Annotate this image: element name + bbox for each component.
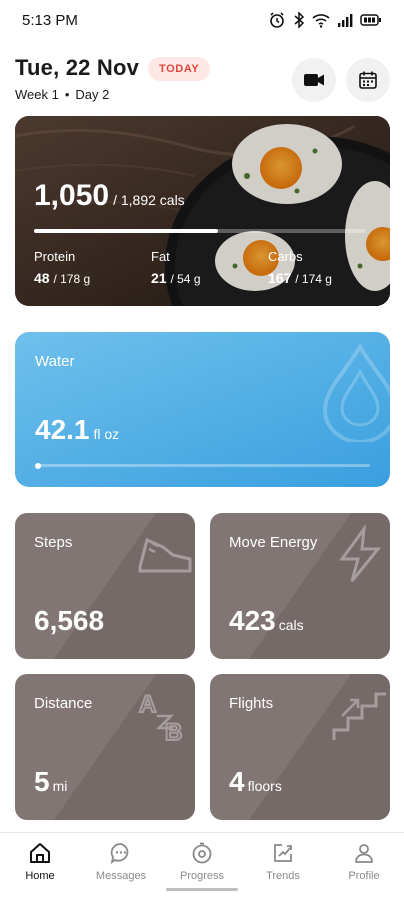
alarm-icon bbox=[270, 12, 284, 28]
calories-progress-bar bbox=[34, 229, 365, 233]
water-progress-bar bbox=[35, 464, 370, 467]
status-bar: 5:13 PM bbox=[0, 0, 404, 40]
water-title: Water bbox=[35, 353, 75, 370]
svg-text:A: A bbox=[139, 691, 156, 718]
stat-value: 4 floors bbox=[229, 766, 282, 797]
move-energy-card[interactable]: Move Energy 423 cals bbox=[210, 513, 390, 659]
tab-trends[interactable]: Trends bbox=[243, 841, 323, 891]
tab-label: Messages bbox=[95, 870, 147, 882]
week-day-line: Week 1 • Day 2 bbox=[15, 87, 109, 102]
calories-progress-fill bbox=[34, 229, 218, 233]
tab-label: Home bbox=[25, 870, 55, 882]
macro-value: 167 / 174 g bbox=[268, 270, 332, 286]
stat-title: Move Energy bbox=[229, 534, 318, 551]
macro-fat: Fat 21 / 54 g bbox=[151, 249, 201, 286]
lightning-icon bbox=[339, 525, 382, 582]
trends-icon bbox=[274, 844, 292, 862]
steps-card[interactable]: Steps 6,568 bbox=[15, 513, 195, 659]
a-to-b-icon: AB bbox=[138, 690, 183, 746]
water-value: 42.1 fl oz bbox=[35, 414, 120, 445]
shoe-icon bbox=[138, 537, 192, 573]
tab-label: Trends bbox=[266, 870, 300, 882]
macro-carbs: Carbs 167 / 174 g bbox=[268, 249, 332, 286]
svg-text:B: B bbox=[165, 719, 182, 746]
page-title-date: Tue, 22 Nov bbox=[15, 55, 140, 80]
week-label: Week 1 bbox=[15, 87, 59, 102]
progress-icon bbox=[192, 842, 212, 864]
status-time: 5:13 PM bbox=[22, 11, 78, 29]
tab-label: Progress bbox=[179, 870, 225, 882]
calendar-button[interactable] bbox=[346, 58, 390, 102]
calories-summary: 1,050/ 1,892 cals bbox=[34, 179, 185, 213]
stat-value: 6,568 bbox=[34, 605, 105, 636]
macro-value: 21 / 54 g bbox=[151, 270, 201, 286]
battery-icon bbox=[360, 14, 381, 26]
calories-target: / 1,892 cals bbox=[113, 192, 185, 208]
macro-label: Fat bbox=[151, 249, 170, 264]
macro-label: Protein bbox=[34, 249, 76, 264]
home-indicator bbox=[166, 888, 238, 891]
today-badge[interactable]: TODAY bbox=[148, 57, 211, 81]
macro-label: Carbs bbox=[268, 249, 303, 264]
calendar-icon bbox=[359, 71, 377, 89]
tab-label: Profile bbox=[348, 870, 380, 882]
flights-card[interactable]: Flights 4 floors bbox=[210, 674, 390, 820]
tab-profile[interactable]: Profile bbox=[324, 841, 404, 891]
video-camera-icon bbox=[304, 74, 324, 86]
macro-value: 48 / 178 g bbox=[34, 270, 91, 286]
water-progress-marker bbox=[35, 463, 41, 469]
stat-title: Distance bbox=[34, 695, 93, 712]
stat-title: Steps bbox=[34, 534, 73, 551]
bluetooth-icon bbox=[294, 11, 305, 29]
water-card[interactable]: Water 42.1 fl oz bbox=[15, 332, 390, 487]
home-icon bbox=[30, 843, 50, 863]
wifi-icon bbox=[312, 14, 330, 28]
video-button[interactable] bbox=[292, 58, 336, 102]
stairs-icon bbox=[332, 692, 386, 740]
calories-card[interactable]: 1,050/ 1,892 cals Protein 48 / 178 g Fat… bbox=[15, 116, 390, 306]
tab-home[interactable]: Home bbox=[0, 841, 80, 891]
header: Tue, 22 Nov TODAY Week 1 • Day 2 bbox=[0, 52, 404, 112]
stat-value: 5 mi bbox=[34, 766, 68, 797]
day-label: Day 2 bbox=[75, 87, 110, 102]
stat-value: 423 cals bbox=[229, 605, 304, 636]
separator-dot: • bbox=[64, 87, 70, 102]
person-icon bbox=[355, 844, 373, 863]
calories-eaten: 1,050 bbox=[34, 179, 110, 212]
tab-progress[interactable]: Progress bbox=[162, 841, 242, 891]
signal-icon bbox=[338, 14, 353, 27]
chat-icon bbox=[110, 843, 129, 864]
stat-title: Flights bbox=[229, 695, 274, 712]
distance-card[interactable]: AB Distance 5 mi bbox=[15, 674, 195, 820]
tab-messages[interactable]: Messages bbox=[81, 841, 161, 891]
macro-protein: Protein 48 / 178 g bbox=[34, 249, 90, 286]
status-icons bbox=[268, 11, 382, 29]
water-drop-icon bbox=[322, 343, 390, 442]
